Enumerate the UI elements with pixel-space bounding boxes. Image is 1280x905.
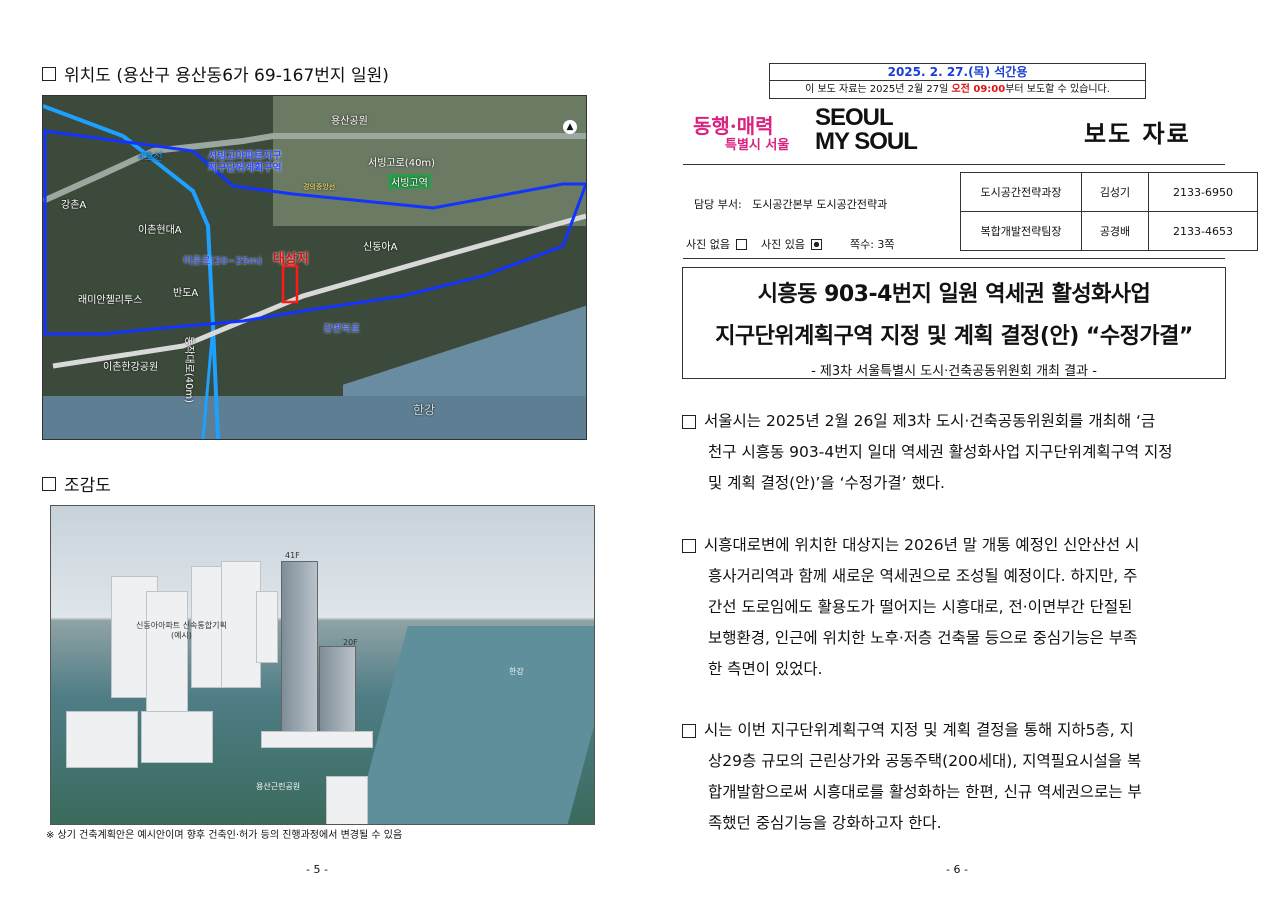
seoul-my-soul-logo: SEOUL MY SOUL <box>815 104 918 155</box>
divider <box>683 164 1225 165</box>
contact-table: 도시공간전략과장 김성기 2133-6950 복합개발전략팀장 공경배 2133… <box>960 172 1258 251</box>
map-label-river: 한강 <box>413 403 436 417</box>
department-line: 담당 부서: 도시공간본부 도시공간전략과 <box>694 198 888 211</box>
checkbox-icon <box>42 476 56 491</box>
tower-41f <box>281 561 318 733</box>
map-label-ban: 반도A <box>173 288 199 299</box>
location-map-title: 위치도 (용산구 용산동6가 69-167번지 일원) <box>42 61 389 86</box>
target-site-marker <box>281 264 299 304</box>
press-release-title: 보도 자료 <box>1084 120 1191 148</box>
filled-checkbox-icon <box>810 238 822 250</box>
checkbox-icon <box>42 66 56 81</box>
subheadline: - 제3차 서울특별시 도시·건축공동위원회 개최 결과 - <box>811 364 1097 379</box>
map-label-district: 서빙고아파트지구 지구단위계획구역 <box>208 151 282 174</box>
release-date-box: 2025. 2. 27.(목) 석간용 이 보도 자료는 2025년 2월 27… <box>769 63 1146 99</box>
render-label-park: 용산근린공원 <box>256 782 301 791</box>
render-label-sindong-plan: 신동아아파트 신속통합기획 (예시) <box>136 621 227 640</box>
headline-line-2: 지구단위계획구역 지정 및 계획 결정(안) “수정가결” <box>715 324 1193 349</box>
photo-pages-line: 사진 없음 사진 있음 쪽수: 3쪽 <box>686 238 895 251</box>
headline-box: 시흥동 903-4번지 일원 역세권 활성화사업 지구단위계획구역 지정 및 계… <box>682 267 1226 379</box>
seoul-slogan-sub: 특별시 서울 <box>725 138 790 153</box>
north-arrow-icon: ▲ <box>563 120 577 134</box>
checkbox-icon <box>682 724 696 738</box>
map-label-ichon-hyundai: 이촌현대A <box>138 225 182 236</box>
map-label-target: 대상지 <box>273 252 309 267</box>
map-label-road-gangbyeon: 강변북로 <box>323 324 360 335</box>
divider <box>683 258 1225 259</box>
checkbox-icon <box>682 415 696 429</box>
contact-row: 복합개발전략팀장 공경배 2133-4653 <box>960 211 1258 251</box>
contact-row: 도시공간전략과장 김성기 2133-6950 <box>960 172 1258 212</box>
render-label-river: 한강 <box>509 667 524 676</box>
map-label-rail: 경의중앙선 <box>303 183 336 191</box>
map-label-gangchon: 강촌A <box>61 200 87 211</box>
release-date: 2025. 2. 27.(목) 석간용 <box>770 64 1145 81</box>
paragraph-1: 서울시는 2025년 2월 26일 제3차 도시·건축공동위원회를 개최해 ‘금… <box>682 406 1242 499</box>
render-label-20f: 20F <box>343 638 358 647</box>
map-label-road-ichon: 이촌로(20~25m) <box>183 256 262 267</box>
page-number-left: - 5 - <box>306 863 328 876</box>
page-number-right: - 6 - <box>946 863 968 876</box>
render-note: ※ 상기 건축계획안은 예시안이며 향후 건축인·허가 등의 진행과정에서 변경… <box>46 830 403 841</box>
map-label-line4: 4호선 <box>138 152 163 163</box>
map-label-road-dongjak: 동작대로(40m) <box>183 336 194 404</box>
empty-checkbox-icon <box>735 238 747 250</box>
map-label-station: 서빙고역 <box>388 174 431 189</box>
tower-20f <box>319 646 356 738</box>
paragraph-2: 시흥대로변에 위치한 대상지는 2026년 말 개통 예정인 신안산선 시 흥사… <box>682 530 1242 685</box>
location-map: 용산공원 서빙고아파트지구 지구단위계획구역 서빙고로(40m) 서빙고역 경의… <box>42 95 587 440</box>
map-label-road-seobinggo: 서빙고로(40m) <box>368 158 436 169</box>
map-overlay <box>43 104 586 439</box>
birdseye-render: 41F 20F 신동아아파트 신속통합기획 (예시) 한강 용산근린공원 <box>50 505 595 825</box>
map-label-park: 용산공원 <box>331 116 368 127</box>
map-label-raemian: 래미안첼리투스 <box>78 295 143 306</box>
map-label-park-ichon: 이촌한강공원 <box>103 362 159 373</box>
map-label-sindong: 신동아A <box>363 242 398 253</box>
embargo-line: 이 보도 자료는 2025년 2월 27일 오전 09:00부터 보도할 수 있… <box>805 84 1110 95</box>
birdseye-title: 조감도 <box>42 471 111 496</box>
render-label-41f: 41F <box>285 551 300 560</box>
checkbox-icon <box>682 539 696 553</box>
headline-line-1: 시흥동 903-4번지 일원 역세권 활성화사업 <box>757 282 1151 307</box>
paragraph-3: 시는 이번 지구단위계획구역 지정 및 계획 결정을 통해 지하5층, 지 상2… <box>682 715 1242 839</box>
